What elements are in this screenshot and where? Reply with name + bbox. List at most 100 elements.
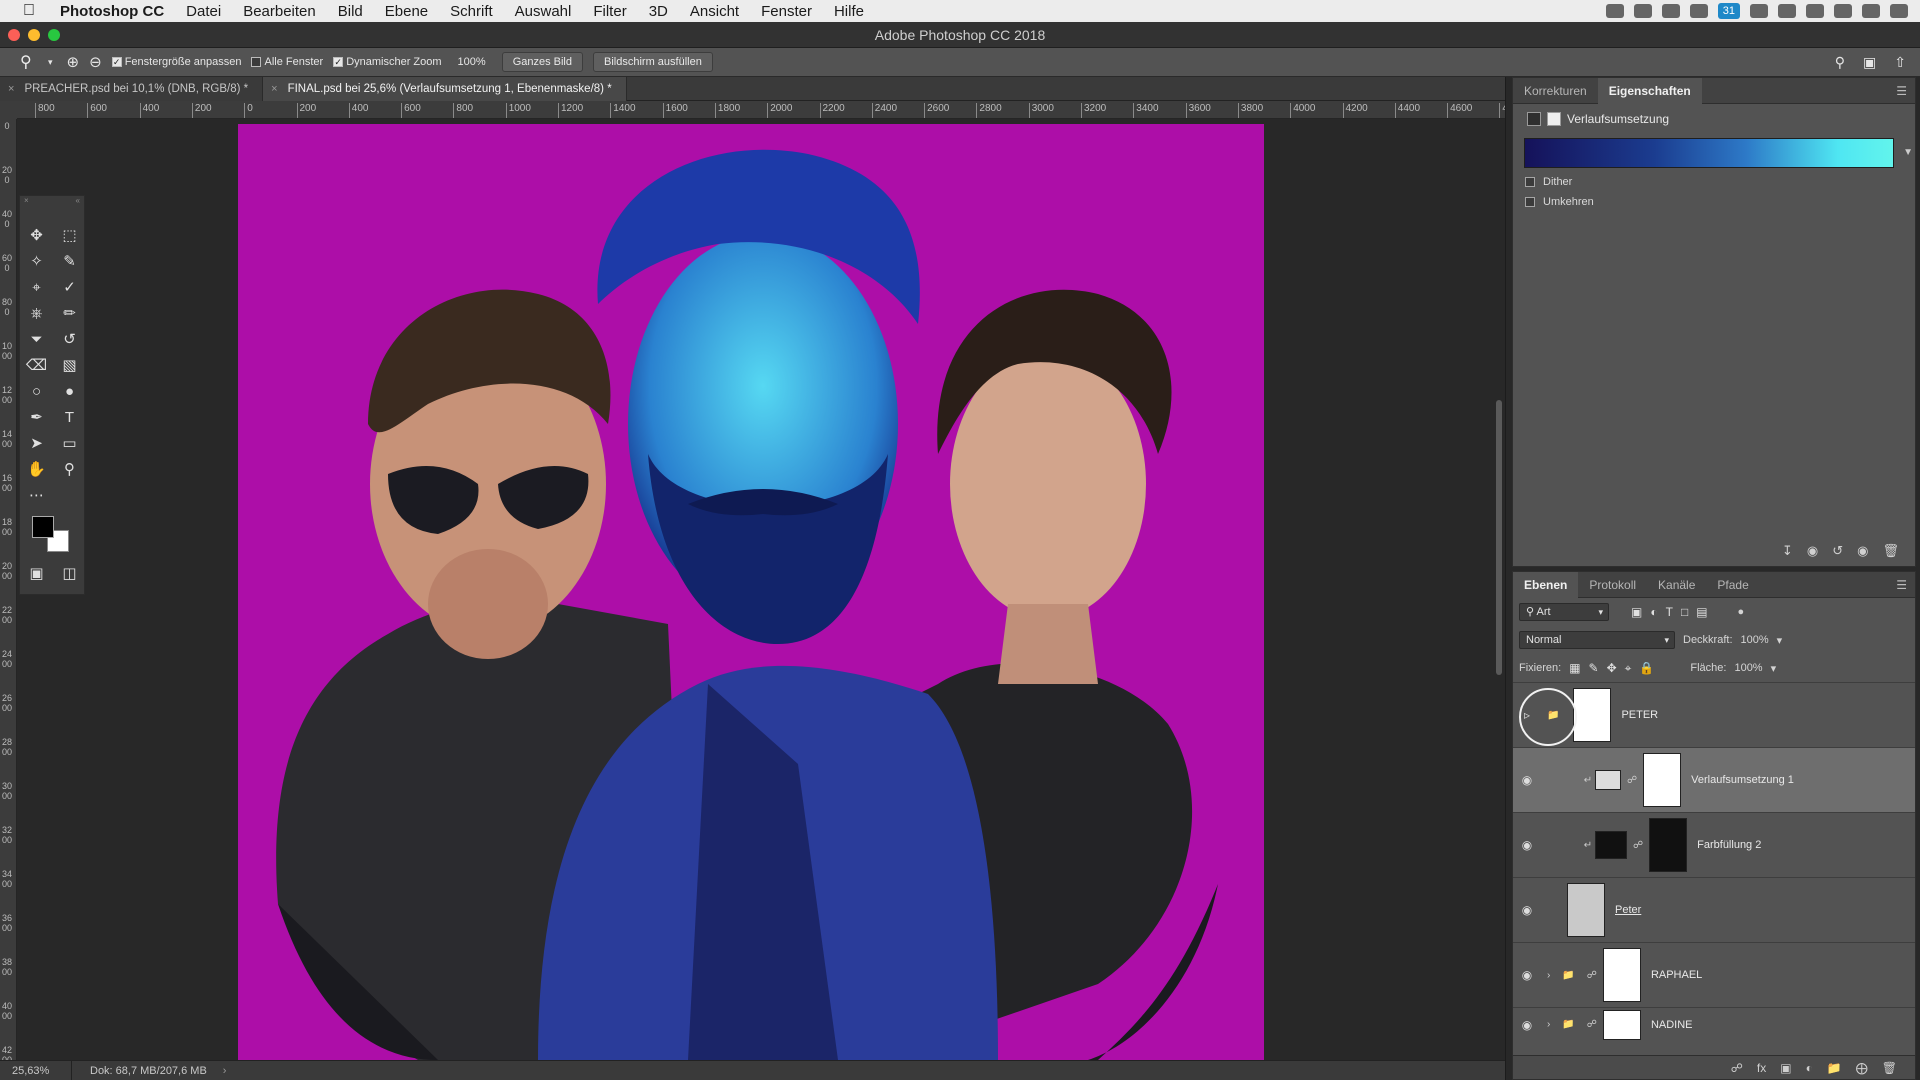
layer-name[interactable]: Verlaufsumsetzung 1 — [1691, 774, 1794, 786]
siri-icon[interactable] — [1862, 4, 1880, 18]
tab-korrekturen[interactable]: Korrekturen — [1513, 78, 1598, 104]
layer-style-fx-icon[interactable]: fx — [1757, 1061, 1766, 1075]
shape-filter-icon[interactable]: □ — [1681, 605, 1688, 619]
more-tools-icon[interactable]: ⋯ — [20, 482, 53, 508]
menu-fenster[interactable]: Fenster — [761, 3, 812, 20]
visibility-eye-icon[interactable]: ◉ — [1857, 543, 1868, 559]
layer-mask-thumbnail[interactable] — [1573, 688, 1612, 742]
zoom-out-icon[interactable]: ⊖ — [89, 53, 102, 71]
vertical-ruler[interactable]: 0 200 400 600 800 1000 1200 1400 1600 1800 2000 220… — [0, 119, 17, 1060]
hand-tool-icon[interactable]: ✋ — [20, 456, 53, 482]
layer-name[interactable]: Farbfüllung 2 — [1697, 839, 1761, 851]
search-icon[interactable]: ⚲ — [1835, 54, 1845, 71]
type-filter-icon[interactable]: T — [1666, 605, 1673, 619]
fit-screen-button[interactable]: Ganzes Bild — [501, 52, 583, 72]
reverse-checkbox[interactable]: Umkehren — [1525, 196, 1915, 208]
type-tool-icon[interactable]: T — [53, 404, 86, 430]
pixel-filter-icon[interactable]: ▣ — [1631, 605, 1642, 619]
apple-icon[interactable]:  — [18, 0, 40, 22]
tab-kanaele[interactable]: Kanäle — [1647, 572, 1706, 598]
delete-trash-icon[interactable]: 🗑 — [1882, 1061, 1897, 1075]
eyedropper-tool-icon[interactable]: ✓ — [53, 274, 86, 300]
panel-menu-icon[interactable]: ☰ — [1896, 84, 1907, 98]
folder-icon[interactable]: 📁 — [1562, 970, 1574, 981]
cloud-icon[interactable] — [1689, 4, 1708, 18]
adjustment-filter-icon[interactable]: ◐ — [1650, 605, 1657, 619]
close-tab-icon[interactable]: × — [8, 83, 14, 95]
layer-mask-thumbnail[interactable] — [1602, 1009, 1641, 1040]
close-panel-icon[interactable]: × — [24, 196, 29, 206]
fill-chevron-down-icon[interactable]: ▾ — [1771, 662, 1777, 675]
fill-screen-button[interactable]: Bildschirm ausfüllen — [593, 52, 713, 72]
gradient-map-preview[interactable]: ▼ — [1524, 138, 1913, 168]
layer-name[interactable]: RAPHAEL — [1651, 969, 1702, 981]
notification-center-icon[interactable] — [1890, 4, 1908, 18]
vertical-scrollbar[interactable] — [1496, 400, 1502, 675]
workspace-icon[interactable]: ▣ — [1863, 54, 1876, 71]
wifi-icon[interactable] — [1750, 4, 1768, 18]
layer-name[interactable]: PETER — [1621, 709, 1658, 721]
layer-row-peter-group[interactable]: ▹ 📁 PETER — [1513, 682, 1915, 747]
layer-row-gradient-map[interactable]: ◉ ↵ ☍ Verlaufsumsetzung 1 — [1513, 747, 1915, 812]
dropbox-icon[interactable] — [1661, 4, 1680, 18]
eraser-tool-icon[interactable]: ⌫ — [20, 352, 53, 378]
horizontal-ruler[interactable]: 800 600 400 200 0 200 400 600 800 1000 1200 1400 160… — [17, 101, 1505, 119]
brush-tool-icon[interactable]: ✏ — [53, 300, 86, 326]
visibility-eye-icon[interactable]: ◉ — [1513, 1018, 1541, 1032]
tab-pfade[interactable]: Pfade — [1706, 572, 1759, 598]
dodge-tool-icon[interactable]: ● — [53, 378, 86, 404]
minimize-window-button[interactable] — [28, 29, 40, 41]
gradient-tool-icon[interactable]: ▧ — [53, 352, 86, 378]
layer-row-color-fill[interactable]: ◉ ↵ ☍ Farbfüllung 2 — [1513, 812, 1915, 877]
layer-mask-thumbnail[interactable] — [1602, 948, 1641, 1002]
new-adjustment-icon[interactable]: ◐ — [1806, 1061, 1813, 1075]
tab-ebenen[interactable]: Ebenen — [1513, 571, 1579, 598]
collapse-panel-icon[interactable]: « — [76, 196, 80, 206]
menu-hilfe[interactable]: Hilfe — [834, 3, 864, 20]
lock-position-icon[interactable]: ✥ — [1607, 661, 1617, 676]
layer-mask-thumbnail[interactable] — [1643, 753, 1682, 807]
new-group-folder-icon[interactable]: 📁 — [1827, 1061, 1842, 1075]
quick-selection-tool-icon[interactable]: ✎ — [53, 248, 86, 274]
crop-tool-icon[interactable]: ⌖ — [20, 274, 53, 300]
layer-thumbnail[interactable] — [1567, 883, 1605, 937]
clip-to-layer-icon[interactable]: ↧ — [1782, 543, 1793, 559]
blur-tool-icon[interactable]: ○ — [20, 378, 53, 404]
layer-row-peter-pixel[interactable]: ◉ Peter — [1513, 877, 1915, 942]
notification-badge[interactable]: 31 — [1717, 3, 1740, 19]
expand-chevron-icon[interactable]: › — [1547, 1019, 1550, 1030]
menu-datei[interactable]: Datei — [186, 3, 221, 20]
dither-checkbox[interactable]: Dither — [1525, 176, 1915, 188]
dynamic-zoom-checkbox[interactable]: ✓ Dynamischer Zoom — [333, 56, 442, 68]
link-layers-icon[interactable]: ☍ — [1731, 1061, 1743, 1075]
panel-menu-icon[interactable]: ☰ — [1896, 578, 1907, 592]
blend-mode-select[interactable]: Normal ▾ — [1519, 631, 1675, 649]
menu-auswahl[interactable]: Auswahl — [515, 3, 572, 20]
tab-final[interactable]: × FINAL.psd bei 25,6% (Verlaufsumsetzung… — [263, 77, 627, 101]
screen-mode-icon[interactable]: ◫ — [53, 560, 86, 586]
link-chain-icon[interactable]: ☍ — [1627, 775, 1637, 786]
zoom-tool-icon[interactable]: ⚲ — [53, 456, 86, 482]
view-previous-state-icon[interactable]: ◉ — [1807, 543, 1818, 559]
search-icon[interactable] — [1834, 4, 1852, 18]
layer-name[interactable]: NADINE — [1651, 1019, 1693, 1031]
menu-schrift[interactable]: Schrift — [450, 3, 493, 20]
visibility-eye-icon[interactable]: ◉ — [1513, 968, 1541, 982]
lock-all-icon[interactable]: 🔒 — [1639, 661, 1654, 676]
gradient-dropdown-chevron-down-icon[interactable]: ▼ — [1903, 147, 1913, 158]
fill-value[interactable]: 100% — [1734, 662, 1762, 674]
close-window-button[interactable] — [8, 29, 20, 41]
marquee-tool-icon[interactable]: ⬚ — [53, 222, 86, 248]
reset-icon[interactable]: ↺ — [1832, 543, 1843, 559]
filter-toggle-icon[interactable]: ● — [1738, 606, 1745, 618]
layer-mask-thumbnail[interactable] — [1649, 818, 1688, 872]
path-selection-tool-icon[interactable]: ➤ — [20, 430, 53, 456]
tool-preset-chevron-down-icon[interactable]: ▾ — [48, 57, 53, 68]
clone-stamp-tool-icon[interactable]: ⏷ — [20, 326, 53, 352]
smart-object-filter-icon[interactable]: ▤ — [1696, 605, 1707, 619]
folder-icon[interactable]: 📁 — [1562, 1019, 1574, 1030]
new-layer-icon[interactable]: ⨁ — [1856, 1061, 1868, 1075]
status-menu-arrow-icon[interactable]: › — [223, 1065, 227, 1077]
all-windows-checkbox[interactable]: Alle Fenster — [251, 56, 323, 68]
foreground-color-swatch[interactable] — [32, 516, 54, 538]
